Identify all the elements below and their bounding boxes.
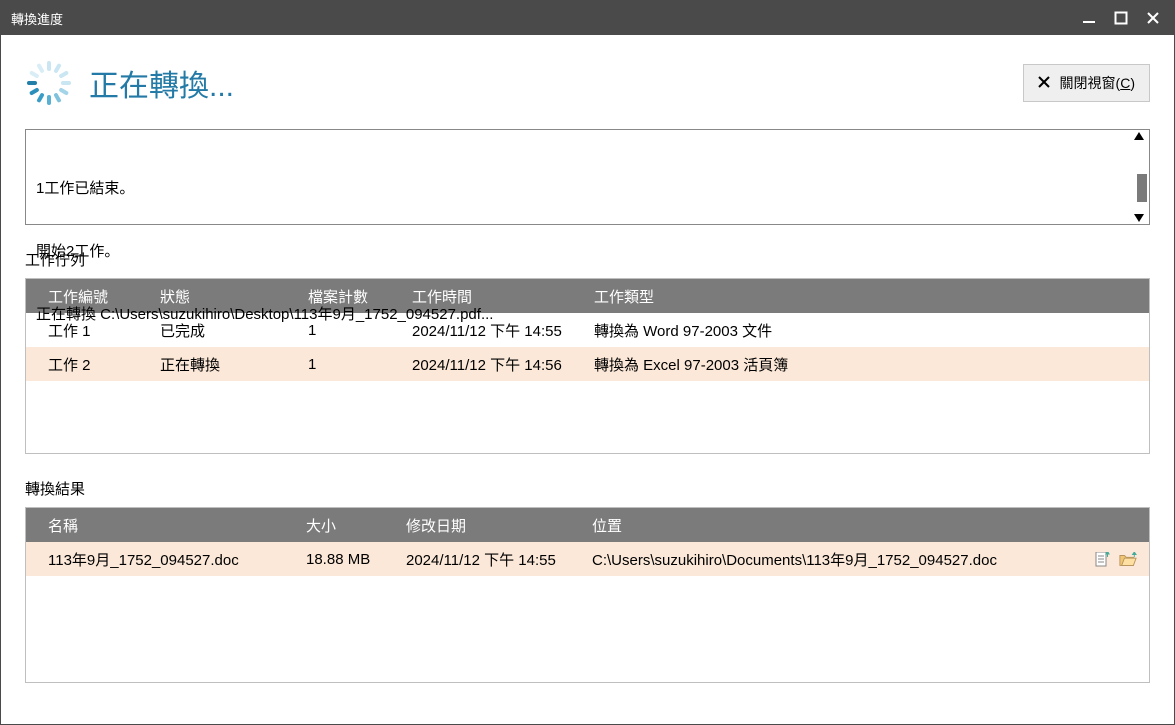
results-table: 名稱 大小 修改日期 位置 113年9月_1752_094527.doc 18.…	[25, 507, 1150, 683]
content-area: 正在轉換... 關閉視窗(C) 1工作已結束。 開始2工作。 正在轉換 C:\U…	[1, 35, 1174, 695]
results-row[interactable]: 113年9月_1752_094527.doc 18.88 MB 2024/11/…	[26, 542, 1149, 576]
log-line: 正在轉換 C:\Users\suzukihiro\Desktop\113年9月_…	[36, 304, 1139, 325]
results-header-modified[interactable]: 修改日期	[398, 515, 584, 536]
close-panel-button[interactable]: 關閉視窗(C)	[1023, 64, 1150, 102]
scrollbar-thumb[interactable]	[1137, 174, 1147, 202]
open-document-icon[interactable]	[1093, 552, 1111, 568]
results-header-name[interactable]: 名稱	[26, 515, 298, 536]
scroll-down-button[interactable]	[1131, 214, 1147, 222]
results-cell-location: C:\Users\suzukihiro\Documents\113年9月_175…	[584, 549, 1077, 570]
open-folder-icon[interactable]	[1119, 552, 1137, 568]
page-header: 正在轉換... 關閉視窗(C)	[25, 59, 1150, 107]
results-body: 113年9月_1752_094527.doc 18.88 MB 2024/11/…	[26, 542, 1149, 682]
close-panel-label: 關閉視窗(C)	[1060, 73, 1135, 93]
loading-spinner-icon	[25, 59, 73, 107]
close-icon	[1038, 75, 1050, 91]
window-controls	[1082, 11, 1160, 25]
results-header-location[interactable]: 位置	[584, 515, 1077, 536]
results-cell-modified: 2024/11/12 下午 14:55	[398, 549, 584, 570]
log-output: 1工作已結束。 開始2工作。 正在轉換 C:\Users\suzukihiro\…	[25, 129, 1150, 225]
scroll-up-button[interactable]	[1131, 132, 1147, 140]
log-line: 1工作已結束。	[36, 178, 1139, 199]
minimize-button[interactable]	[1082, 11, 1096, 25]
results-cell-name: 113年9月_1752_094527.doc	[26, 549, 298, 570]
close-window-button[interactable]	[1146, 11, 1160, 25]
results-header-size[interactable]: 大小	[298, 515, 398, 536]
maximize-button[interactable]	[1114, 11, 1128, 25]
results-cell-size: 18.88 MB	[298, 551, 398, 568]
titlebar: 轉換進度	[1, 1, 1174, 35]
window-title: 轉換進度	[11, 9, 1082, 28]
results-header-row: 名稱 大小 修改日期 位置	[26, 508, 1149, 542]
page-title: 正在轉換...	[89, 61, 234, 105]
results-section-label: 轉換結果	[25, 478, 1150, 499]
log-line: 開始2工作。	[36, 241, 1139, 262]
